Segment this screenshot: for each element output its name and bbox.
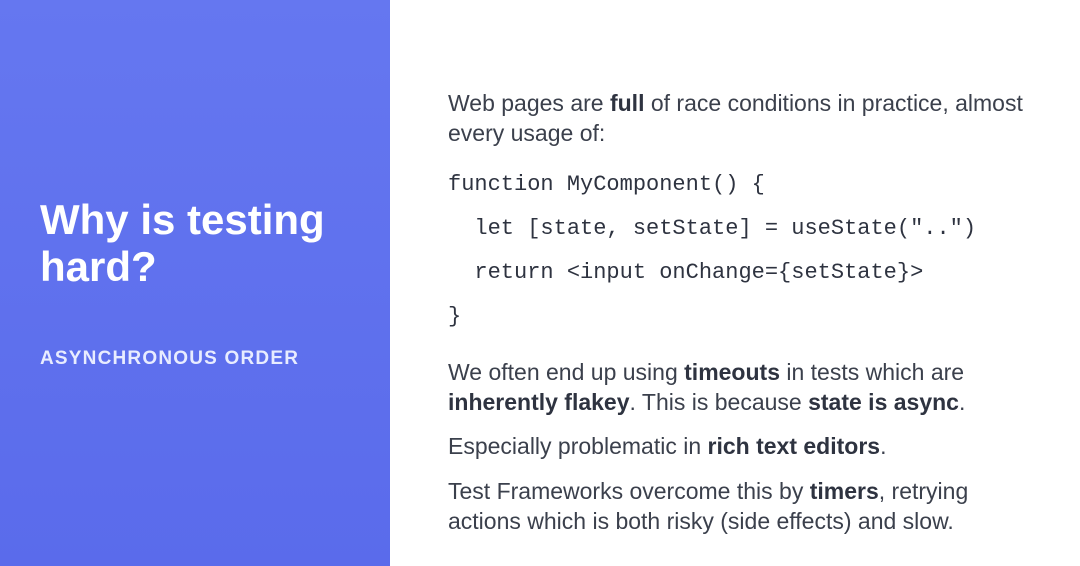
- slide-heading: Why is testing hard?: [40, 196, 350, 290]
- slide-subheading: ASYNCHRONOUS ORDER: [40, 348, 350, 370]
- paragraph-2: We often end up using timeouts in tests …: [448, 357, 1030, 418]
- text-fragment: .: [959, 389, 965, 415]
- text-fragment: We often end up using: [448, 359, 684, 385]
- text-bold: rich text editors: [708, 433, 881, 459]
- slide-content: Web pages are full of race conditions in…: [390, 0, 1080, 566]
- text-fragment: Especially problematic in: [448, 433, 708, 459]
- paragraph-1: Web pages are full of race conditions in…: [448, 88, 1030, 149]
- text-bold: full: [610, 90, 645, 116]
- text-bold: timers: [810, 478, 879, 504]
- text-fragment: . This is because: [630, 389, 809, 415]
- slide-sidebar: Why is testing hard? ASYNCHRONOUS ORDER: [0, 0, 390, 566]
- paragraph-4: Test Frameworks overcome this by timers,…: [448, 476, 1030, 537]
- paragraph-3: Especially problematic in rich text edit…: [448, 431, 1030, 461]
- text-fragment: in tests which are: [780, 359, 964, 385]
- text-fragment: Test Frameworks overcome this by: [448, 478, 810, 504]
- text-bold: timeouts: [684, 359, 780, 385]
- text-bold: state is async: [808, 389, 959, 415]
- code-block: function MyComponent() { let [state, set…: [448, 163, 1030, 339]
- text-fragment: Web pages are: [448, 90, 610, 116]
- text-fragment: .: [880, 433, 886, 459]
- text-bold: inherently flakey: [448, 389, 630, 415]
